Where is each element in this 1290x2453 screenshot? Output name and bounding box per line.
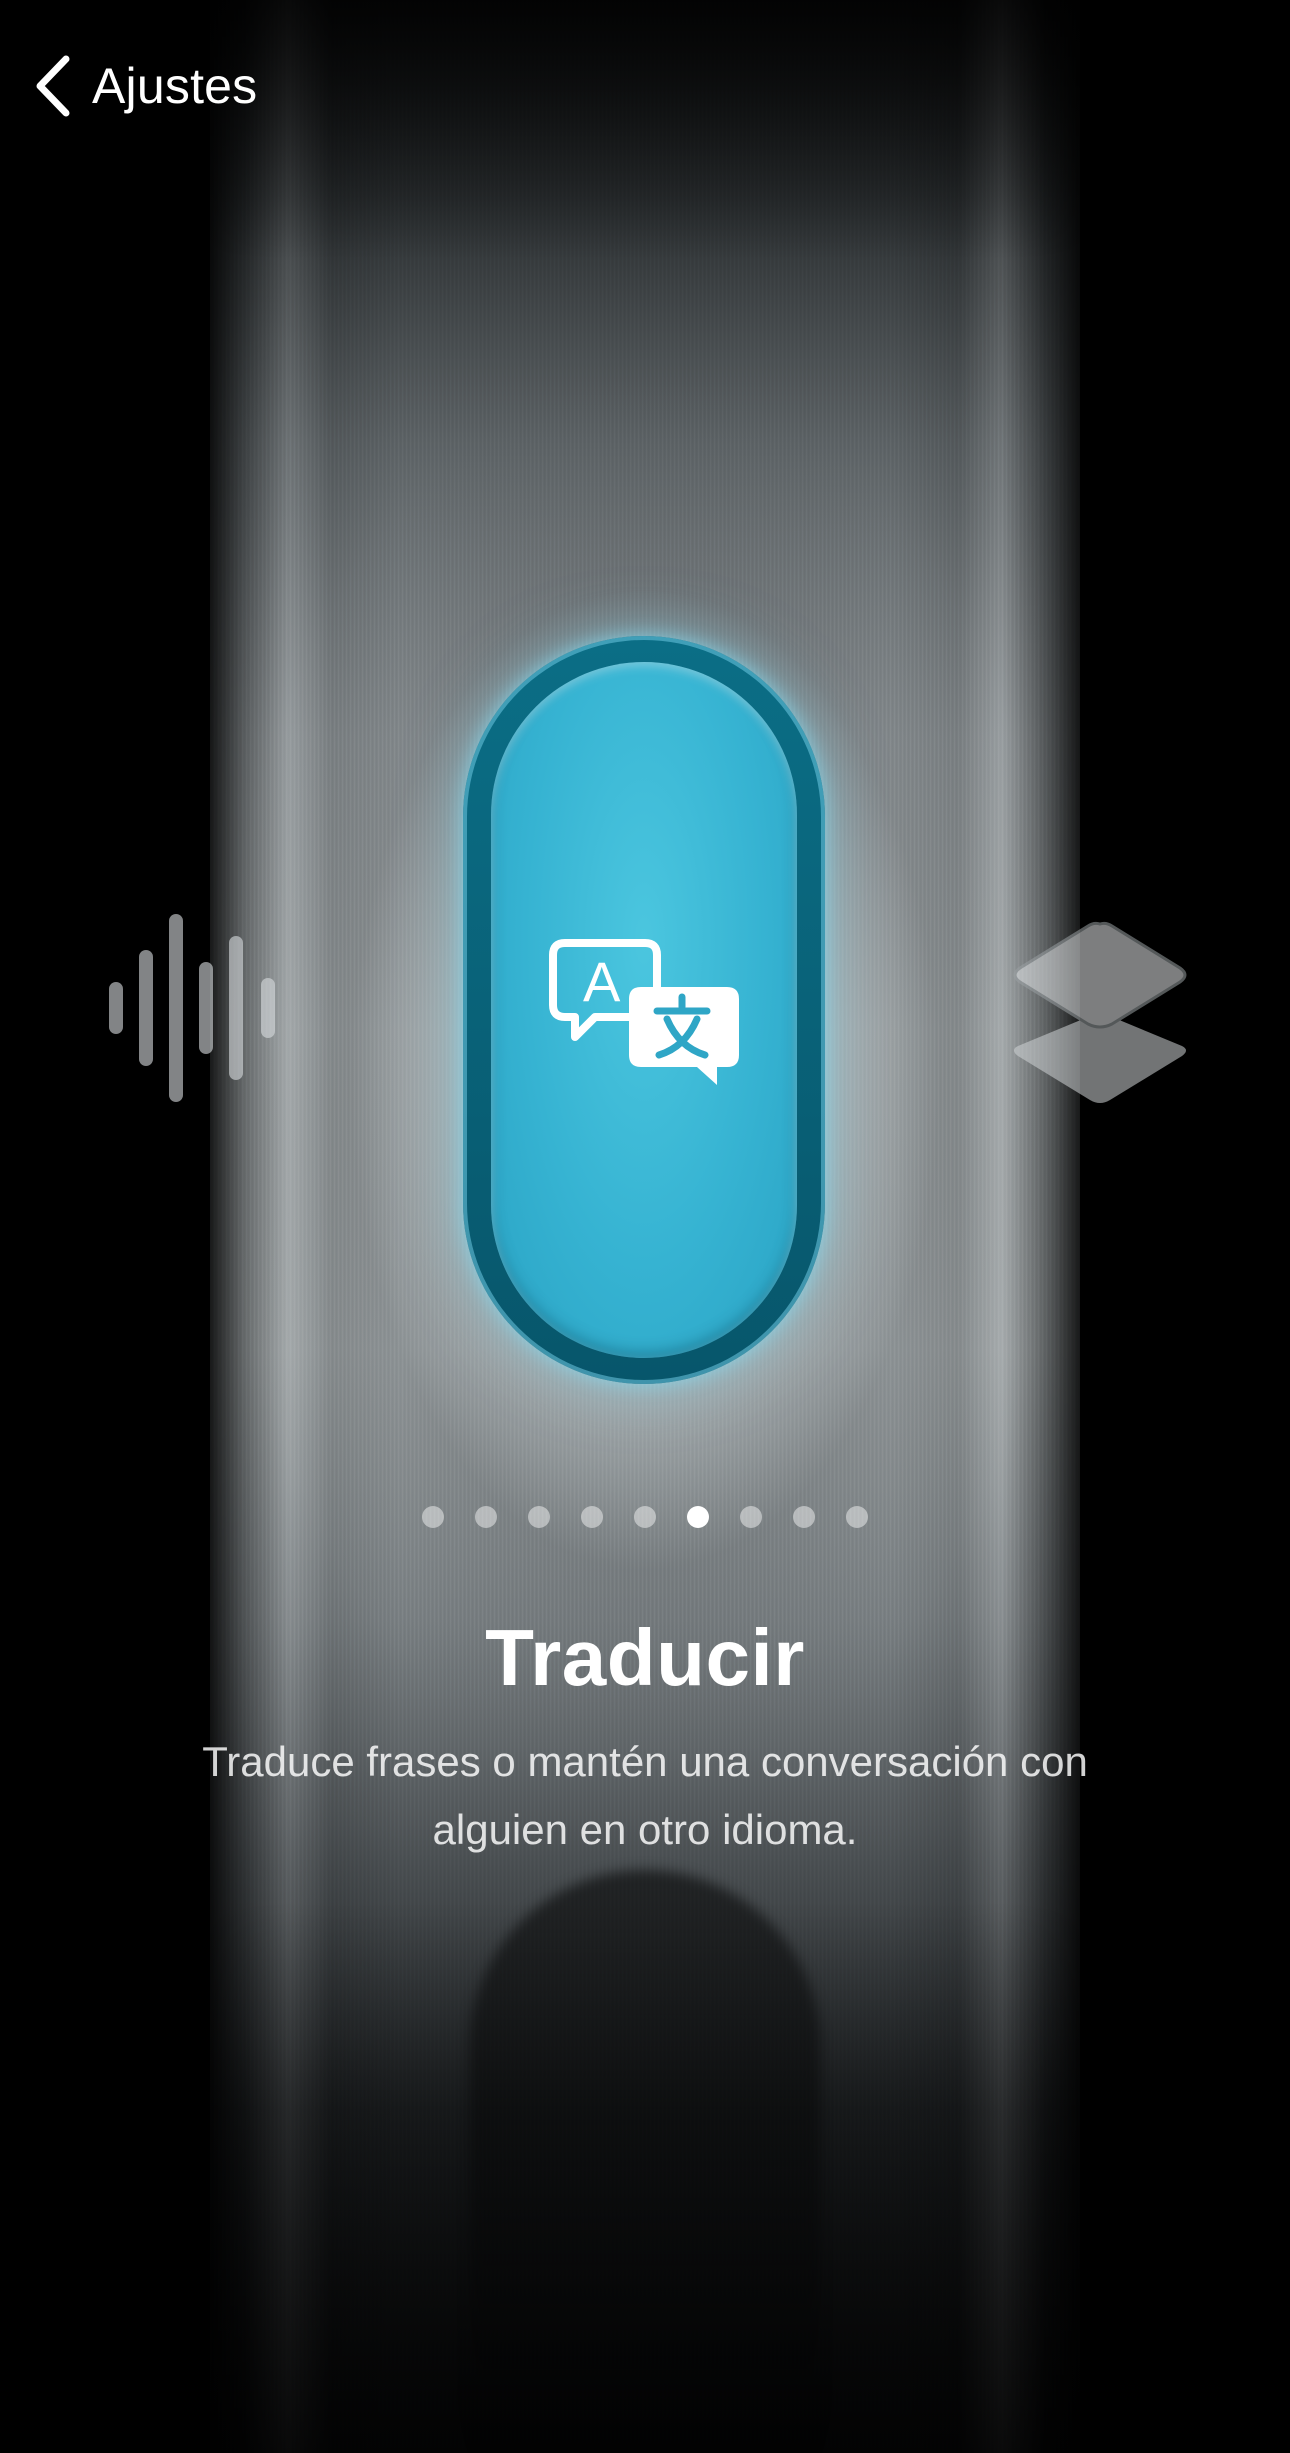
page-dot[interactable] bbox=[740, 1506, 762, 1528]
page-dot[interactable] bbox=[581, 1506, 603, 1528]
page-dot[interactable] bbox=[528, 1506, 550, 1528]
page-dot[interactable] bbox=[422, 1506, 444, 1528]
action-button-settings-screen: Ajustes A Traducir Traduce frases o mant… bbox=[0, 0, 1290, 2453]
waveform-icon[interactable] bbox=[106, 910, 282, 1106]
translate-icon: A bbox=[545, 935, 745, 1085]
back-button[interactable]: Ajustes bbox=[30, 46, 257, 126]
layers-icon[interactable] bbox=[1010, 920, 1190, 1106]
page-dot[interactable] bbox=[793, 1506, 815, 1528]
page-dot-active[interactable] bbox=[687, 1506, 709, 1528]
feature-description: Traduce frases o mantén una conversación… bbox=[202, 1738, 1088, 1853]
page-dot[interactable] bbox=[634, 1506, 656, 1528]
chevron-left-icon bbox=[30, 54, 74, 118]
button-recess-shadow bbox=[470, 1870, 820, 2453]
page-dot[interactable] bbox=[846, 1506, 868, 1528]
svg-text:A: A bbox=[583, 950, 621, 1013]
page-dot[interactable] bbox=[475, 1506, 497, 1528]
top-shade bbox=[0, 0, 1290, 260]
back-button-label: Ajustes bbox=[92, 58, 258, 114]
page-indicator[interactable] bbox=[0, 1506, 1290, 1528]
feature-title: Traducir bbox=[485, 1613, 805, 1702]
